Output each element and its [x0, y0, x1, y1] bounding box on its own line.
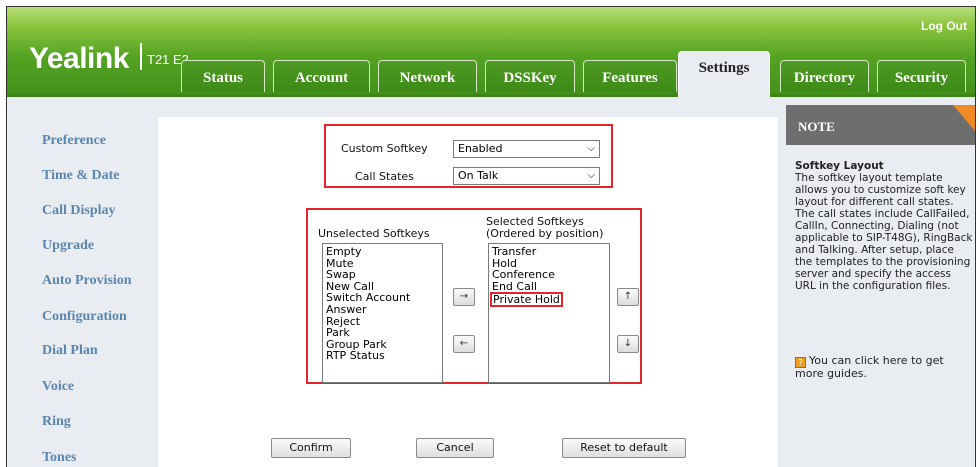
confirm-button[interactable]: Confirm: [271, 438, 351, 458]
guide-text: You can click here to get more guides.: [795, 354, 944, 380]
note-subtitle: Softkey Layout: [795, 160, 884, 172]
list-item[interactable]: Park: [326, 327, 442, 339]
tab-account[interactable]: Account: [273, 60, 370, 92]
sidebar-item-preference[interactable]: Preference: [42, 133, 106, 149]
list-item[interactable]: Empty: [326, 246, 442, 258]
custom-softkey-select[interactable]: Enabled ⌵: [453, 140, 600, 158]
list-item[interactable]: RTP Status: [326, 350, 442, 362]
sidebar-item-ring[interactable]: Ring: [42, 414, 71, 430]
call-states-label: Call States: [355, 170, 414, 183]
header-bar: Yealink T21 E2 Log Out Status Account Ne…: [7, 7, 975, 97]
note-text: The softkey layout template allows you t…: [795, 172, 973, 292]
note-corner-accent: [953, 105, 975, 131]
move-left-button[interactable]: ←: [453, 335, 475, 353]
tab-network[interactable]: Network: [378, 60, 477, 92]
web-ui-frame: Yealink T21 E2 Log Out Status Account Ne…: [6, 6, 976, 467]
list-item[interactable]: Answer: [326, 304, 442, 316]
list-item[interactable]: End Call: [492, 281, 609, 293]
chevron-down-icon: ⌵: [587, 170, 595, 181]
sidebar-item-voice[interactable]: Voice: [42, 379, 74, 395]
chevron-down-icon: ⌵: [587, 143, 595, 154]
sidebar-item-call-display[interactable]: Call Display: [42, 203, 116, 219]
unselected-softkeys-list[interactable]: Empty Mute Swap New Call Switch Account …: [322, 243, 443, 383]
custom-softkey-label: Custom Softkey: [341, 142, 428, 155]
selected-softkeys-sublabel: (Ordered by position): [486, 227, 604, 240]
call-states-value: On Talk: [458, 169, 499, 182]
tab-features[interactable]: Features: [583, 60, 677, 92]
logout-link[interactable]: Log Out: [921, 19, 967, 33]
move-up-button[interactable]: ↑: [617, 288, 639, 306]
custom-softkey-value: Enabled: [458, 142, 503, 155]
cancel-button[interactable]: Cancel: [416, 438, 494, 458]
note-body: Softkey Layout The softkey layout templa…: [795, 160, 973, 292]
call-states-select[interactable]: On Talk ⌵: [453, 167, 600, 185]
reset-to-default-button[interactable]: Reset to default: [562, 438, 686, 458]
note-panel: NOTE Softkey Layout The softkey layout t…: [786, 105, 975, 467]
unselected-softkeys-label: Unselected Softkeys: [318, 227, 430, 240]
sidebar-item-tones[interactable]: Tones: [42, 450, 77, 466]
note-title: NOTE: [798, 119, 835, 134]
sidebar-item-configuration[interactable]: Configuration: [42, 309, 127, 325]
sidebar-item-upgrade[interactable]: Upgrade: [42, 238, 94, 254]
move-down-button[interactable]: ↓: [617, 335, 639, 353]
tab-status[interactable]: Status: [181, 60, 265, 92]
list-item[interactable]: Transfer: [492, 246, 609, 258]
tab-settings[interactable]: Settings: [678, 51, 770, 97]
settings-content: Custom Softkey Enabled ⌵ Call States On …: [158, 117, 778, 467]
arrow-left-icon: ←: [459, 338, 469, 349]
yealink-logo: Yealink: [29, 42, 129, 75]
sidebar-item-auto-provision[interactable]: Auto Provision: [42, 273, 132, 289]
tab-dsskey[interactable]: DSSKey: [485, 60, 575, 92]
tab-directory[interactable]: Directory: [780, 60, 869, 92]
sidebar-item-time-date[interactable]: Time & Date: [42, 168, 120, 184]
logo-separator: [140, 43, 142, 70]
note-header: NOTE: [786, 105, 975, 145]
sidebar-item-dial-plan[interactable]: Dial Plan: [42, 343, 98, 359]
tab-security[interactable]: Security: [877, 60, 966, 92]
guide-link[interactable]: ? You can click here to get more guides.: [795, 355, 970, 380]
arrow-up-icon: ↑: [623, 291, 633, 302]
arrow-right-icon: →: [459, 291, 469, 302]
selected-softkeys-list[interactable]: Transfer Hold Conference End Call Privat…: [488, 243, 610, 383]
list-item-private-hold[interactable]: Private Hold: [490, 292, 563, 308]
move-right-button[interactable]: →: [453, 288, 475, 306]
arrow-down-icon: ↓: [623, 338, 633, 349]
